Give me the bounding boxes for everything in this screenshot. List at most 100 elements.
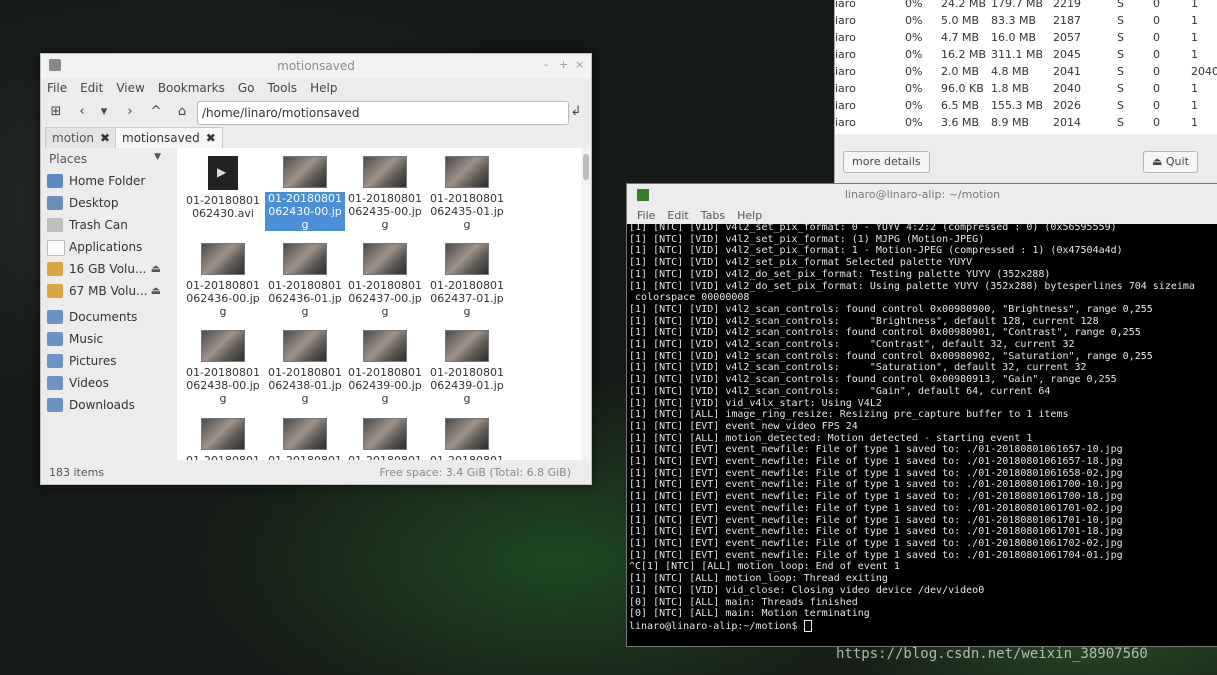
close-icon[interactable]: × (575, 58, 584, 71)
eject-icon[interactable]: ⏏ (151, 280, 161, 302)
menu-tools[interactable]: Tools (268, 81, 298, 95)
process-row[interactable]: iaro 0% 6.5 MB 155.3 MB 2026 S 0 1 (835, 99, 1217, 116)
terminal-line: [1] [NTC] [VID] v4l2_scan_controls: "Sat… (629, 362, 1216, 374)
menu-bar: File Edit View Bookmarks Go Tools Help (41, 78, 591, 98)
menu-bookmarks[interactable]: Bookmarks (158, 81, 225, 95)
file-item[interactable]: 01-20180801 062437-00.jpg (345, 243, 425, 318)
terminal-line-text: [1] [NTC] [EVT] event_newfile: File of t… (629, 479, 1123, 491)
terminal-line-text: [1] [NTC] [EVT] event_newfile: File of t… (629, 491, 1123, 503)
tab-motionsaved[interactable]: motionsaved ✖ (115, 127, 223, 148)
menu-tabs[interactable]: Tabs (701, 209, 725, 222)
terminal-titlebar[interactable]: linaro@linaro-alip: ~/motion (627, 184, 1217, 206)
file-name: 01-20180801 (427, 454, 507, 460)
new-tab-icon[interactable]: ⊞ (47, 103, 65, 121)
minimize-icon[interactable]: – (543, 58, 549, 71)
tab-close-icon[interactable]: ✖ (206, 131, 216, 145)
terminal-output[interactable]: [1] [NTC] [VID] v4l2_set_pix_format: 0 -… (629, 222, 1216, 644)
sidebar-item-desktop[interactable]: Desktop (41, 192, 169, 214)
image-thumbnail (283, 156, 327, 188)
sidebar-item-label: Applications (69, 240, 143, 254)
history-dropdown-icon[interactable]: ▾ (95, 103, 113, 121)
process-row[interactable]: iaro 0% 5.0 MB 83.3 MB 2187 S 0 1 (835, 14, 1217, 31)
up-icon[interactable]: ^ (147, 103, 165, 121)
terminal-line: [1] [NTC] [EVT] event_newfile: File of t… (629, 479, 1216, 491)
file-item[interactable]: 01-20180801 (345, 418, 425, 460)
file-item[interactable]: 01-20180801 062439-00.jpg (345, 330, 425, 405)
process-row[interactable]: iaro 0% 3.6 MB 8.9 MB 2014 S 0 1 (835, 116, 1217, 133)
file-item[interactable]: 01-20180801 062436-00.jpg (183, 243, 263, 318)
file-item[interactable]: 01-20180801 062437-01.jpg (427, 243, 507, 318)
maximize-icon[interactable]: + (559, 58, 568, 71)
sidebar-item-trash[interactable]: Trash Can (41, 214, 169, 236)
sidebar-item-home[interactable]: Home Folder (41, 170, 169, 192)
eject-icon[interactable]: ⏏ (151, 258, 161, 280)
quit-button[interactable]: ⏏ Quit (1143, 151, 1198, 173)
menu-edit[interactable]: Edit (667, 209, 688, 222)
file-item[interactable]: 01-20180801 062435-01.jpg (427, 156, 507, 231)
file-item[interactable]: 01-20180801 (183, 418, 263, 460)
menu-edit[interactable]: Edit (80, 81, 103, 95)
nice-cell: 0 (1153, 82, 1160, 95)
terminal-line-text: [1] [NTC] [EVT] event_newfile: File of t… (629, 502, 1123, 514)
sidebar-item-applications[interactable]: Applications (41, 236, 169, 258)
sidebar-item-volume-16gb[interactable]: 16 GB Volu... ⏏ (41, 258, 169, 280)
process-row[interactable]: iaro 0% 4.7 MB 16.0 MB 2057 S 0 1 (835, 31, 1217, 48)
nice-cell: 0 (1153, 31, 1160, 44)
more-details-button[interactable]: more details (843, 151, 930, 173)
go-icon[interactable]: ↲ (567, 103, 585, 121)
menu-help[interactable]: Help (310, 81, 337, 95)
terminal-line-text: ^C[1] [NTC] [ALL] motion_loop: End of ev… (629, 561, 900, 573)
sidebar-item-label: Documents (69, 310, 138, 324)
sidebar-item-downloads[interactable]: Downloads (41, 394, 169, 416)
menu-help[interactable]: Help (737, 209, 762, 222)
process-row[interactable]: iaro 0% 16.2 MB 311.1 MB 2045 S 0 1 (835, 48, 1217, 65)
back-icon[interactable]: ‹ (73, 103, 91, 121)
menu-view[interactable]: View (116, 81, 144, 95)
file-item[interactable]: 01-20180801 062430.avi (183, 156, 263, 220)
file-grid-scrollbar[interactable] (581, 148, 591, 460)
file-manager-titlebar[interactable]: motionsaved – + × (41, 54, 591, 78)
user-cell: iaro (835, 99, 856, 112)
file-item[interactable]: 01-20180801 (265, 418, 345, 460)
forward-icon[interactable]: › (121, 103, 139, 121)
sidebar-item-pictures[interactable]: Pictures (41, 350, 169, 372)
state-cell: S (1117, 48, 1124, 61)
nice-cell: 0 (1153, 99, 1160, 112)
process-row[interactable]: iaro 0% 24.2 MB 179.7 MB 2219 S 0 1 (835, 0, 1217, 14)
file-item-selected[interactable]: 01-20180801 062430-00.jpg (265, 156, 345, 231)
file-item[interactable]: 01-20180801 062435-00.jpg (345, 156, 425, 231)
sidebar-item-label: Videos (69, 376, 109, 390)
process-row[interactable]: iaro 0% 2.0 MB 4.8 MB 2041 S 0 2040 (835, 65, 1217, 82)
chevron-down-icon[interactable]: ▼ (154, 152, 161, 162)
ppid-cell: 1 (1191, 48, 1198, 61)
scrollbar-thumb[interactable] (583, 154, 589, 180)
desktop-icon (47, 196, 63, 210)
image-thumbnail (445, 243, 489, 275)
sidebar-item-volume-67mb[interactable]: 67 MB Volu... ⏏ (41, 280, 169, 302)
virtual-memory-cell: 311.1 MB (991, 48, 1044, 61)
file-item[interactable]: 01-20180801 062438-01.jpg (265, 330, 345, 405)
location-bar[interactable]: /home/linaro/motionsaved (197, 101, 569, 125)
tab-close-icon[interactable]: ✖ (100, 131, 110, 145)
sidebar-item-music[interactable]: Music (41, 328, 169, 350)
file-item[interactable]: 01-20180801 (427, 418, 507, 460)
menu-go[interactable]: Go (238, 81, 255, 95)
menu-file[interactable]: File (47, 81, 67, 95)
process-row[interactable]: iaro 0% 96.0 KB 1.8 MB 2040 S 0 1 (835, 82, 1217, 99)
terminal-line: [1] [NTC] [VID] v4l2_scan_controls: foun… (629, 351, 1216, 363)
file-name: 01-20180801 062439-01.jpg (430, 366, 504, 405)
menu-file[interactable]: File (637, 209, 655, 222)
terminal-line-text: [1] [NTC] [EVT] event_newfile: File of t… (629, 549, 1123, 561)
places-header[interactable]: Places ▼ (41, 148, 169, 170)
file-item[interactable]: 01-20180801 062438-00.jpg (183, 330, 263, 405)
terminal-line: [1] [NTC] [VID] v4l2_scan_controls: "Con… (629, 339, 1216, 351)
file-item[interactable]: 01-20180801 062436-01.jpg (265, 243, 345, 318)
home-icon[interactable]: ⌂ (173, 103, 191, 121)
terminal-line: ^C[1] [NTC] [ALL] motion_loop: End of ev… (629, 561, 1216, 573)
places-sidebar: Places ▼ Home Folder Desktop Trash Can A… (41, 148, 169, 460)
tab-motion[interactable]: motion ✖ (45, 127, 118, 148)
sidebar-item-videos[interactable]: Videos (41, 372, 169, 394)
file-item[interactable]: 01-20180801 062439-01.jpg (427, 330, 507, 405)
sidebar-item-documents[interactable]: Documents (41, 306, 169, 328)
image-thumbnail (283, 418, 327, 450)
